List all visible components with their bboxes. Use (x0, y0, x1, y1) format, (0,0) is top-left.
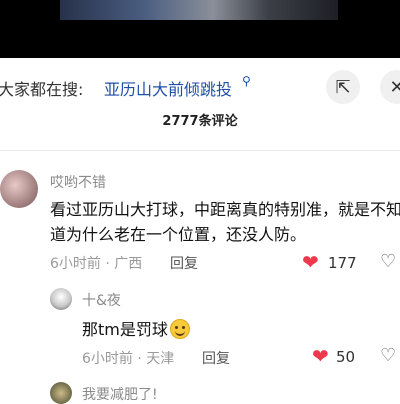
avatar[interactable] (0, 170, 38, 208)
comment-text: 看过亚历山大打球，中距离真的特别准，就是不知道为什么老在一个位置，还没人防。 (50, 200, 400, 244)
comment-username[interactable]: 哎哟不错 (50, 172, 106, 192)
search-suggestion-bar: 大家都在搜: 亚历山大前倾跳投 ⚲ ⇱ ✕ (0, 68, 400, 104)
dislike-icon[interactable]: ♡ (380, 252, 396, 272)
comment-time-location: 6小时前 · 广西 (50, 256, 143, 272)
dislike-icon[interactable]: ♡ (380, 346, 396, 366)
video-player-area[interactable] (0, 0, 400, 58)
video-thumbnail (60, 0, 338, 20)
heart-icon[interactable]: ❤ (302, 252, 319, 272)
close-icon: ✕ (389, 76, 400, 98)
comment-username[interactable]: 我要减肥了! (82, 384, 158, 404)
expand-icon: ⇱ (335, 76, 351, 98)
search-icon: ⚲ (242, 74, 251, 88)
grinning-emoji-icon (169, 319, 190, 339)
like-count: 177 (328, 254, 357, 272)
close-button[interactable]: ✕ (380, 70, 400, 104)
search-prefix-label: 大家都在搜: (0, 80, 84, 99)
comment-count-title: 2777条评论 (162, 114, 238, 129)
reply-button[interactable]: 回复 (202, 348, 230, 368)
comment-text-container: 那tm是罚球 (82, 316, 190, 340)
like-count: 50 (336, 348, 356, 366)
comment-text: 那tm是罚球 (82, 320, 168, 339)
comment-time-location: 6小时前 · 天津 (82, 351, 175, 367)
expand-button[interactable]: ⇱ (326, 70, 360, 104)
reply-button[interactable]: 回复 (170, 253, 198, 273)
avatar[interactable] (50, 288, 72, 310)
search-suggestion-link[interactable]: 亚历山大前倾跳投 (104, 76, 232, 100)
comment-username[interactable]: 十&夜 (82, 290, 121, 310)
heart-icon[interactable]: ❤ (312, 346, 329, 366)
avatar[interactable] (50, 382, 72, 404)
divider (0, 150, 400, 151)
